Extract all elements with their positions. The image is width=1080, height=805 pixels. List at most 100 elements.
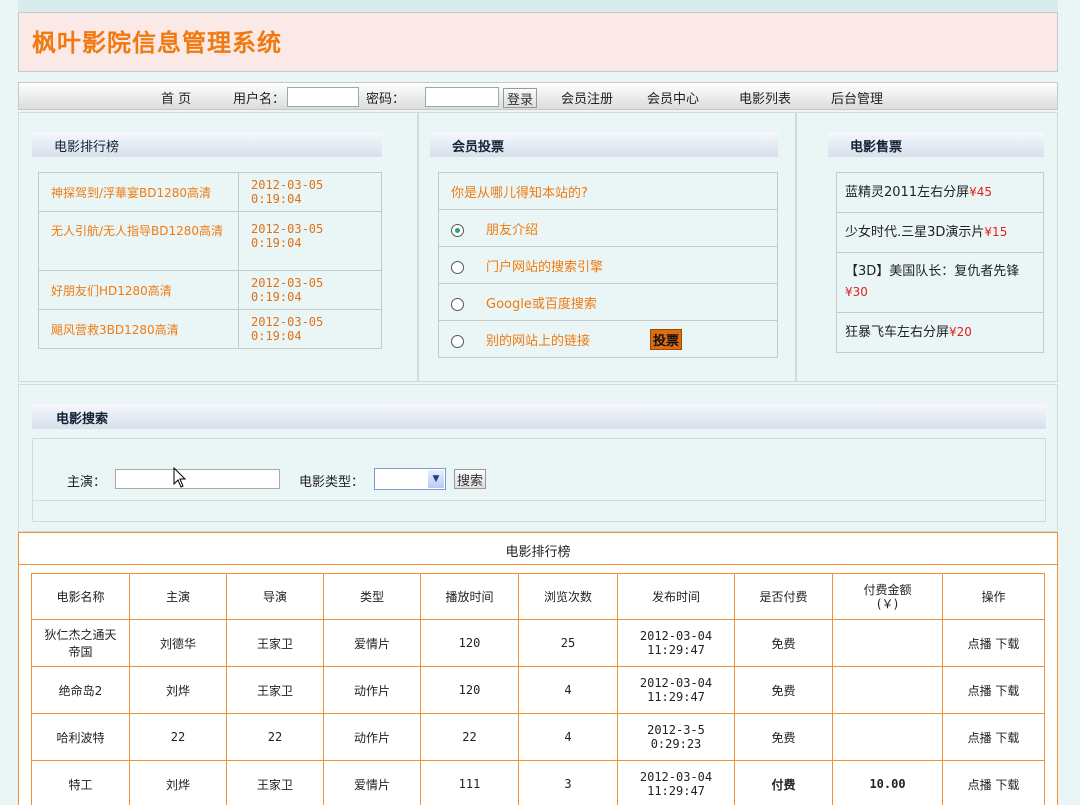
film-views: 25 <box>518 619 618 667</box>
actor-label: 主演： <box>67 475 107 490</box>
play-link[interactable]: 点播 <box>968 684 992 698</box>
film-paid-status: 免费 <box>734 619 833 667</box>
film-actions: 点播 下载 <box>942 666 1045 714</box>
radio-button[interactable] <box>451 260 464 274</box>
column-header: 付费金额 (￥) <box>832 573 943 620</box>
film-table: 电影名称 主演 导演 类型 播放时间 浏览次数 发布时间 是否付费 付费金额 (… <box>31 573 1045 805</box>
search-title: 电影搜索 <box>32 404 1046 429</box>
list-item: 好朋友们HD1280高清 2012-03-05 0:19:04 <box>38 270 382 310</box>
search-button[interactable]: 搜索 <box>454 469 487 489</box>
ranking-movie-link[interactable]: 飓风营救3BD1280高清 <box>38 309 239 349</box>
vote-option-label: 朋友介绍 <box>486 222 539 238</box>
password-label: 密码： <box>366 92 406 107</box>
download-link[interactable]: 下载 <box>995 778 1019 792</box>
column-header: 是否付费 <box>734 573 833 620</box>
ticket-movie-name: 少女时代.三星3D演示片 <box>845 225 985 240</box>
list-item[interactable]: 狂暴飞车左右分屏¥20 <box>836 312 1044 353</box>
film-actor: 刘德华 <box>129 619 227 667</box>
film-amount <box>832 666 943 714</box>
vote-option-label: 门户网站的搜索引擎 <box>486 259 604 275</box>
film-paid-status: 付费 <box>734 760 833 805</box>
vote-option[interactable]: 朋友介绍 <box>438 209 778 247</box>
ranking-movie-link[interactable]: 神探驾到/浮華宴BD1280高清 <box>38 172 239 212</box>
ranking-time: 2012-03-05 0:19:04 <box>238 211 382 271</box>
ranking-movie-link[interactable]: 无人引航/无人指导BD1280高清 <box>38 211 239 271</box>
column-header: 类型 <box>323 573 421 620</box>
column-header: 导演 <box>226 573 324 620</box>
ticket-price: ¥30 <box>845 285 868 299</box>
play-link[interactable]: 点播 <box>968 778 992 792</box>
ranking-panel-title: 电影排行榜 <box>32 132 382 157</box>
film-duration: 22 <box>420 713 519 761</box>
film-type: 动作片 <box>323 666 421 714</box>
vote-option[interactable]: 别的网站上的链接 投票 <box>438 320 778 358</box>
ticket-movie-name: 【3D】美国队长：复仇者先锋 <box>845 264 1020 279</box>
film-views: 4 <box>518 666 618 714</box>
film-publish-time: 2012-03-04 11:29:47 <box>617 666 735 714</box>
list-item: 无人引航/无人指导BD1280高清 2012-03-05 0:19:04 <box>38 211 382 271</box>
film-amount <box>832 713 943 761</box>
ticket-movie-name: 蓝精灵2011左右分屏 <box>845 185 970 200</box>
download-link[interactable]: 下载 <box>995 731 1019 745</box>
ranking-time: 2012-03-05 0:19:04 <box>238 172 382 212</box>
password-input[interactable] <box>425 87 499 107</box>
nav-movie-list-link[interactable]: 电影列表 <box>739 88 791 107</box>
vote-option[interactable]: 门户网站的搜索引擎 <box>438 246 778 284</box>
nav-member-center-link[interactable]: 会员中心 <box>647 88 699 107</box>
ranking-table: 神探驾到/浮華宴BD1280高清 2012-03-05 0:19:04 无人引航… <box>38 172 382 349</box>
nav-bar: 首 页 用户名： 密码： 登录 会员注册 会员中心 电影列表 后台管理 <box>18 82 1058 110</box>
movie-type-select[interactable]: ▼ <box>374 468 446 490</box>
vote-button[interactable]: 投票 <box>650 328 683 350</box>
login-button[interactable]: 登录 <box>503 88 538 108</box>
radio-button-selected[interactable] <box>451 223 464 237</box>
username-label: 用户名： <box>233 92 286 107</box>
film-publish-time: 2012-3-5 0:29:23 <box>617 713 735 761</box>
ticket-price: ¥20 <box>949 325 972 339</box>
play-link[interactable]: 点播 <box>968 731 992 745</box>
list-item[interactable]: 【3D】美国队长：复仇者先锋 ¥30 <box>836 252 1044 313</box>
film-director: 王家卫 <box>226 619 324 667</box>
film-type: 爱情片 <box>323 619 421 667</box>
list-item: 神探驾到/浮華宴BD1280高清 2012-03-05 0:19:04 <box>38 172 382 212</box>
film-amount: 10.00 <box>832 760 943 805</box>
film-actor: 刘烨 <box>129 760 227 805</box>
radio-button[interactable] <box>451 297 464 311</box>
film-publish-time: 2012-03-04 11:29:47 <box>617 760 735 805</box>
nav-admin-link[interactable]: 后台管理 <box>831 88 883 107</box>
ranking-time: 2012-03-05 0:19:04 <box>238 270 382 310</box>
column-header: 操作 <box>942 573 1045 620</box>
column-header: 播放时间 <box>420 573 519 620</box>
film-views: 3 <box>518 760 618 805</box>
movie-type-label: 电影类型： <box>299 475 365 490</box>
table-row: 特工 刘烨 王家卫 爱情片 111 3 2012-03-04 11:29:47 付… <box>31 760 1045 805</box>
film-paid-status: 免费 <box>734 666 833 714</box>
film-list-title: 电影排行榜 <box>505 545 571 560</box>
username-input[interactable] <box>287 87 359 107</box>
film-director: 王家卫 <box>226 760 324 805</box>
vote-question: 你是从哪儿得知本站的? <box>438 172 778 210</box>
column-header: 发布时间 <box>617 573 735 620</box>
download-link[interactable]: 下载 <box>995 637 1019 651</box>
list-item[interactable]: 少女时代.三星3D演示片¥15 <box>836 212 1044 253</box>
play-link[interactable]: 点播 <box>968 637 992 651</box>
nav-register-link[interactable]: 会员注册 <box>561 88 613 107</box>
table-row: 绝命岛2 刘烨 王家卫 动作片 120 4 2012-03-04 11:29:47… <box>31 666 1045 714</box>
radio-button[interactable] <box>451 334 464 348</box>
film-name: 特工 <box>31 760 130 805</box>
download-link[interactable]: 下载 <box>995 684 1019 698</box>
ticket-price: ¥45 <box>969 185 992 199</box>
film-duration: 120 <box>420 619 519 667</box>
film-actor: 22 <box>129 713 227 761</box>
list-item[interactable]: 蓝精灵2011左右分屏¥45 <box>836 172 1044 213</box>
nav-home-link[interactable]: 首 页 <box>161 88 191 107</box>
film-actions: 点播 下载 <box>942 713 1045 761</box>
film-duration: 111 <box>420 760 519 805</box>
film-name: 狄仁杰之通天帝国 <box>31 619 130 667</box>
actor-search-input[interactable] <box>115 469 280 489</box>
vote-option[interactable]: Google或百度搜索 <box>438 283 778 321</box>
film-type: 爱情片 <box>323 760 421 805</box>
ranking-movie-link[interactable]: 好朋友们HD1280高清 <box>38 270 239 310</box>
film-director: 王家卫 <box>226 666 324 714</box>
film-amount <box>832 619 943 667</box>
film-name: 绝命岛2 <box>31 666 130 714</box>
